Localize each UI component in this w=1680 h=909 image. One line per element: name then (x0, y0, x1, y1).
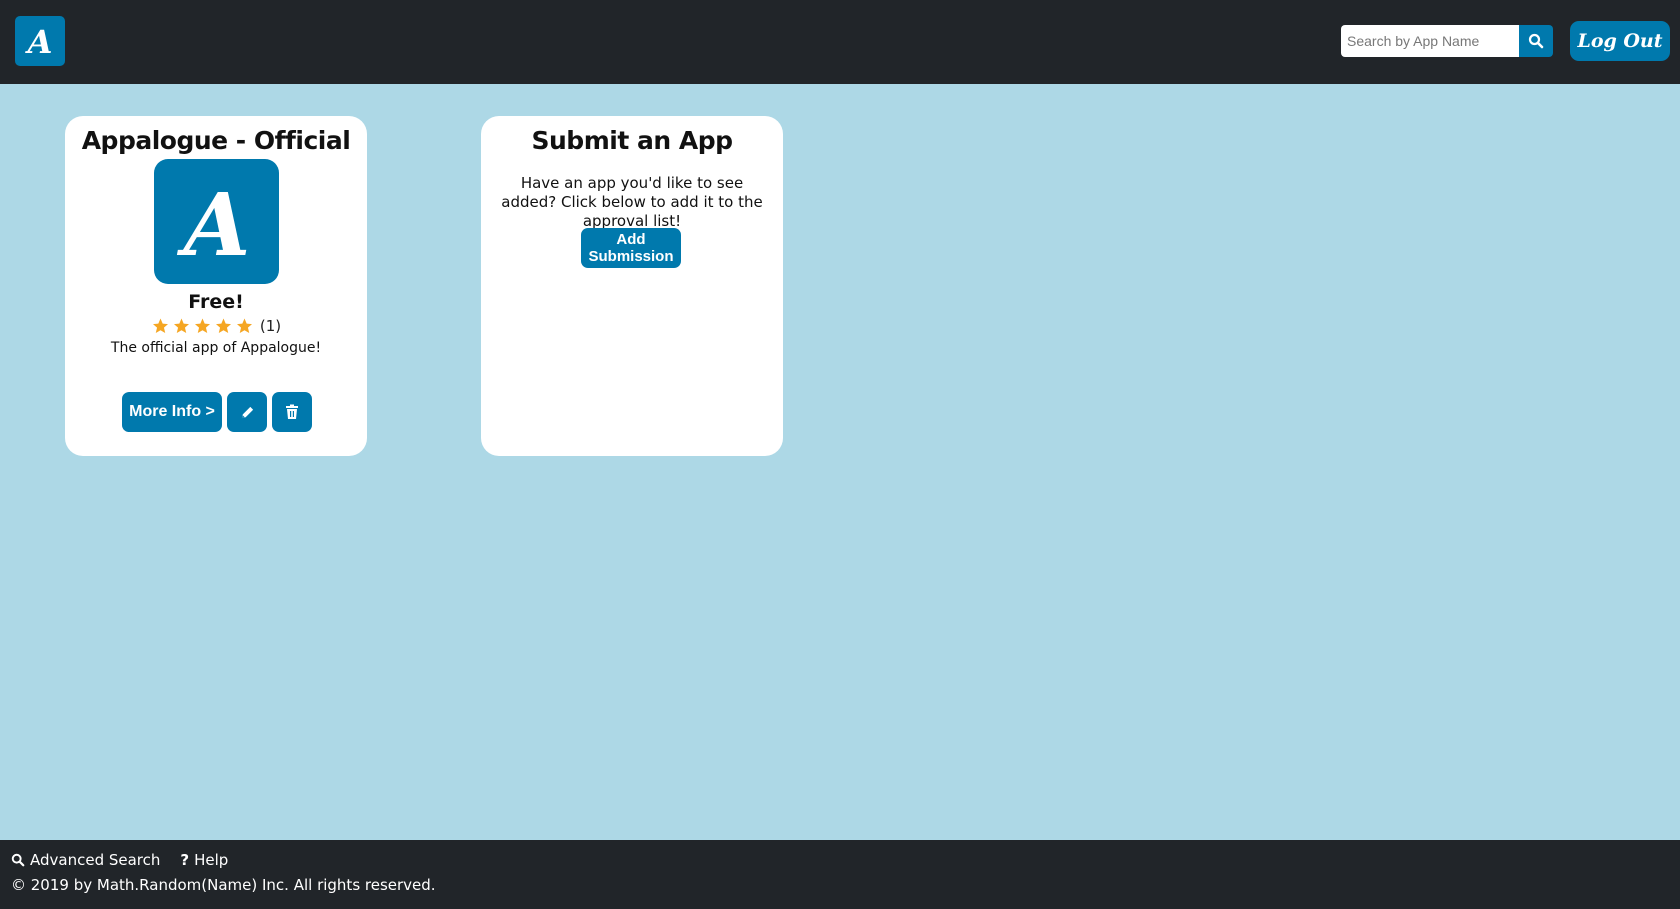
star-rating: (1) (65, 317, 367, 335)
submit-description: Have an app you'd like to see added? Cli… (501, 174, 763, 230)
search-icon (11, 853, 25, 867)
add-submission-button[interactable]: Add Submission (581, 228, 681, 268)
app-a-icon: A (176, 177, 250, 267)
question-icon: ? (180, 851, 190, 869)
footer: Advanced Search ? Help © 2019 by Math.Ra… (0, 840, 1680, 909)
footer-links: Advanced Search ? Help (11, 851, 228, 869)
search-input[interactable] (1341, 25, 1519, 57)
logout-button[interactable]: Log Out (1570, 21, 1670, 61)
appalogue-logo[interactable]: A (15, 16, 65, 66)
add-submission-label-line2: Submission (588, 248, 674, 265)
app-price: Free! (188, 291, 244, 313)
star-icon (152, 318, 168, 334)
search-bar (1341, 25, 1553, 57)
rating-count: (1) (259, 317, 282, 335)
star-icon (236, 318, 252, 334)
search-icon (1528, 33, 1544, 49)
top-navbar: A Log Out (0, 0, 1680, 84)
copyright-text: © 2019 by Math.Random(Name) Inc. All rig… (11, 876, 436, 894)
app-actions: More Info > (122, 392, 312, 432)
pencil-icon (241, 406, 253, 418)
advanced-search-label: Advanced Search (30, 851, 161, 869)
star-icon (173, 318, 189, 334)
submit-title: Submit an App (531, 126, 733, 155)
search-button[interactable] (1519, 25, 1553, 57)
add-submission-label-line1: Add (616, 231, 646, 248)
more-info-button[interactable]: More Info > (122, 392, 222, 432)
app-card-official: Appalogue - Official App A Free! (1) The… (65, 116, 367, 456)
trash-icon (286, 404, 298, 419)
edit-button[interactable] (227, 392, 267, 432)
app-icon[interactable]: A (154, 159, 279, 284)
help-label: Help (194, 851, 229, 869)
star-icon (215, 318, 231, 334)
app-description: The official app of Appalogue! (110, 340, 322, 356)
help-link[interactable]: ? Help (180, 851, 228, 869)
svg-text:A: A (25, 23, 53, 59)
delete-button[interactable] (272, 392, 312, 432)
star-icon (194, 318, 210, 334)
submit-app-card: Submit an App Have an app you'd like to … (481, 116, 783, 456)
logo-a-icon: A (25, 23, 53, 59)
advanced-search-link[interactable]: Advanced Search (11, 851, 160, 869)
svg-text:A: A (176, 177, 250, 267)
